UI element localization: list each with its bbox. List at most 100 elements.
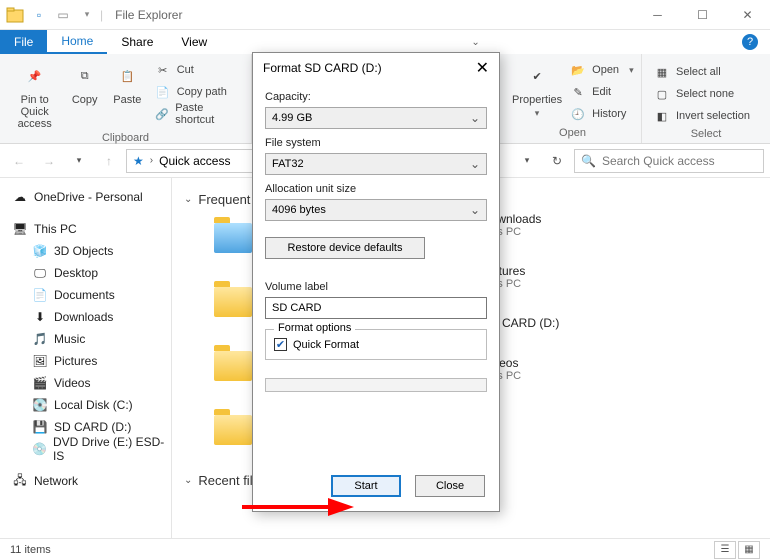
- address-location: Quick access: [159, 154, 230, 168]
- chevron-down-icon: ▾: [535, 108, 540, 119]
- tree-dvd-drive[interactable]: 💿DVD Drive (E:) ESD-IS: [4, 438, 167, 460]
- format-dialog: Format SD CARD (D:) ✕ Capacity: 4.99 GB …: [252, 52, 500, 512]
- search-input[interactable]: 🔍 Search Quick access: [574, 149, 764, 173]
- dialog-close-button[interactable]: ✕: [476, 58, 489, 78]
- select-all-icon: ▦: [654, 64, 670, 80]
- music-icon: 🎵: [32, 331, 48, 347]
- file-system-label: File system: [265, 137, 487, 149]
- select-none-icon: ▢: [654, 86, 670, 102]
- documents-icon: 📄: [32, 287, 48, 303]
- start-button[interactable]: Start: [331, 475, 401, 497]
- folder-icon: [212, 217, 254, 259]
- file-system-select[interactable]: FAT32: [265, 153, 487, 175]
- properties-button[interactable]: ✔ Properties ▾: [512, 58, 562, 119]
- cube-icon: 🧊: [32, 243, 48, 259]
- paste-shortcut-button[interactable]: 🔗Paste shortcut: [151, 104, 243, 124]
- recent-locations-button[interactable]: ▾: [66, 148, 92, 174]
- edit-icon: ✎: [570, 84, 586, 100]
- refresh-button[interactable]: ↻: [544, 154, 570, 168]
- close-button-dialog[interactable]: Close: [415, 475, 485, 497]
- history-icon: 🕘: [570, 106, 586, 122]
- ribbon-collapse[interactable]: ⌄: [464, 30, 488, 54]
- capacity-select[interactable]: 4.99 GB: [265, 107, 487, 129]
- paste-icon: 📋: [111, 60, 143, 92]
- status-bar: 11 items ☰ ▦: [0, 538, 770, 560]
- view-large-icons-button[interactable]: ▦: [738, 541, 760, 559]
- edit-button[interactable]: ✎Edit: [566, 82, 637, 102]
- pin-to-quick-access-button[interactable]: 📌 Pin to Quick access: [8, 58, 61, 130]
- qat-props-icon[interactable]: ▭: [52, 4, 74, 26]
- window-title: File Explorer: [115, 8, 182, 22]
- restore-defaults-button[interactable]: Restore device defaults: [265, 237, 425, 259]
- select-none-button[interactable]: ▢Select none: [650, 84, 754, 104]
- invert-selection-button[interactable]: ◧Invert selection: [650, 106, 754, 126]
- tab-file[interactable]: File: [0, 30, 47, 54]
- open-icon: 📂: [570, 62, 586, 78]
- maximize-button[interactable]: ☐: [680, 0, 725, 30]
- invert-selection-icon: ◧: [654, 108, 670, 124]
- format-options-group: Format options ✔ Quick Format: [265, 329, 487, 360]
- tree-desktop[interactable]: 🖵Desktop: [4, 262, 167, 284]
- close-button[interactable]: ✕: [725, 0, 770, 30]
- select-all-button[interactable]: ▦Select all: [650, 62, 754, 82]
- capacity-label: Capacity:: [265, 91, 487, 103]
- format-options-legend: Format options: [274, 322, 355, 334]
- help-button[interactable]: ?: [738, 30, 762, 54]
- group-label-clipboard: Clipboard: [8, 130, 243, 146]
- volume-label-input[interactable]: SD CARD: [265, 297, 487, 319]
- tree-network[interactable]: 🖧Network: [4, 470, 167, 492]
- forward-button[interactable]: →: [36, 148, 62, 174]
- titlebar: ▫ ▭ ▾ | File Explorer ─ ☐ ✕: [0, 0, 770, 30]
- copy-path-button[interactable]: 📄Copy path: [151, 82, 243, 102]
- minimize-button[interactable]: ─: [635, 0, 680, 30]
- status-item-count: 11 items: [10, 544, 51, 556]
- quick-access-star-icon: ★: [133, 154, 144, 168]
- tree-documents[interactable]: 📄Documents: [4, 284, 167, 306]
- back-button[interactable]: ←: [6, 148, 32, 174]
- properties-icon: ✔: [521, 60, 553, 92]
- app-icon: [4, 4, 26, 26]
- disk-icon: 💽: [32, 397, 48, 413]
- tree-local-disk[interactable]: 💽Local Disk (C:): [4, 394, 167, 416]
- pin-icon: 📌: [19, 60, 51, 92]
- folder-icon: [212, 281, 254, 323]
- qat-dropdown-icon[interactable]: ▾: [76, 4, 98, 26]
- tab-home[interactable]: Home: [47, 30, 107, 54]
- view-details-button[interactable]: ☰: [714, 541, 736, 559]
- copy-button[interactable]: ⧉ Copy: [65, 58, 104, 106]
- cut-button[interactable]: ✂Cut: [151, 60, 243, 80]
- tree-3d-objects[interactable]: 🧊3D Objects: [4, 240, 167, 262]
- nav-tree: ☁OneDrive - Personal 🖥This PC 🧊3D Object…: [0, 178, 172, 538]
- tree-this-pc[interactable]: 🖥This PC: [4, 218, 167, 240]
- chevron-down-icon: ⌄: [184, 475, 192, 486]
- downloads-icon: ⬇: [32, 309, 48, 325]
- group-label-open: Open: [512, 125, 633, 141]
- tree-videos[interactable]: 🎬Videos: [4, 372, 167, 394]
- videos-icon: 🎬: [32, 375, 48, 391]
- history-button[interactable]: 🕘History: [566, 104, 637, 124]
- pictures-icon: 🖼: [32, 353, 48, 369]
- tree-music[interactable]: 🎵Music: [4, 328, 167, 350]
- paste-button[interactable]: 📋 Paste: [108, 58, 147, 106]
- tree-downloads[interactable]: ⬇Downloads: [4, 306, 167, 328]
- tree-onedrive[interactable]: ☁OneDrive - Personal: [4, 186, 167, 208]
- tab-view[interactable]: View: [167, 30, 221, 54]
- tree-pictures[interactable]: 🖼Pictures: [4, 350, 167, 372]
- group-label-select: Select: [650, 126, 762, 142]
- tab-share[interactable]: Share: [107, 30, 167, 54]
- sd-icon: 💾: [32, 419, 48, 435]
- allocation-unit-label: Allocation unit size: [265, 183, 487, 195]
- chevron-right-icon: ›: [150, 155, 153, 166]
- ribbon-tabs: File Home Share View ⌄ ?: [0, 30, 770, 54]
- copy-path-icon: 📄: [155, 84, 171, 100]
- allocation-unit-select[interactable]: 4096 bytes: [265, 199, 487, 221]
- quick-format-checkbox[interactable]: ✔ Quick Format: [274, 338, 478, 351]
- address-dropdown[interactable]: ▾: [514, 148, 540, 174]
- pc-icon: 🖥: [12, 221, 28, 237]
- open-button[interactable]: 📂Open▾: [566, 60, 637, 80]
- dvd-icon: 💿: [32, 441, 47, 457]
- network-icon: 🖧: [12, 473, 28, 489]
- desktop-icon: 🖵: [32, 265, 48, 281]
- qat-save-icon[interactable]: ▫: [28, 4, 50, 26]
- up-button[interactable]: ↑: [96, 148, 122, 174]
